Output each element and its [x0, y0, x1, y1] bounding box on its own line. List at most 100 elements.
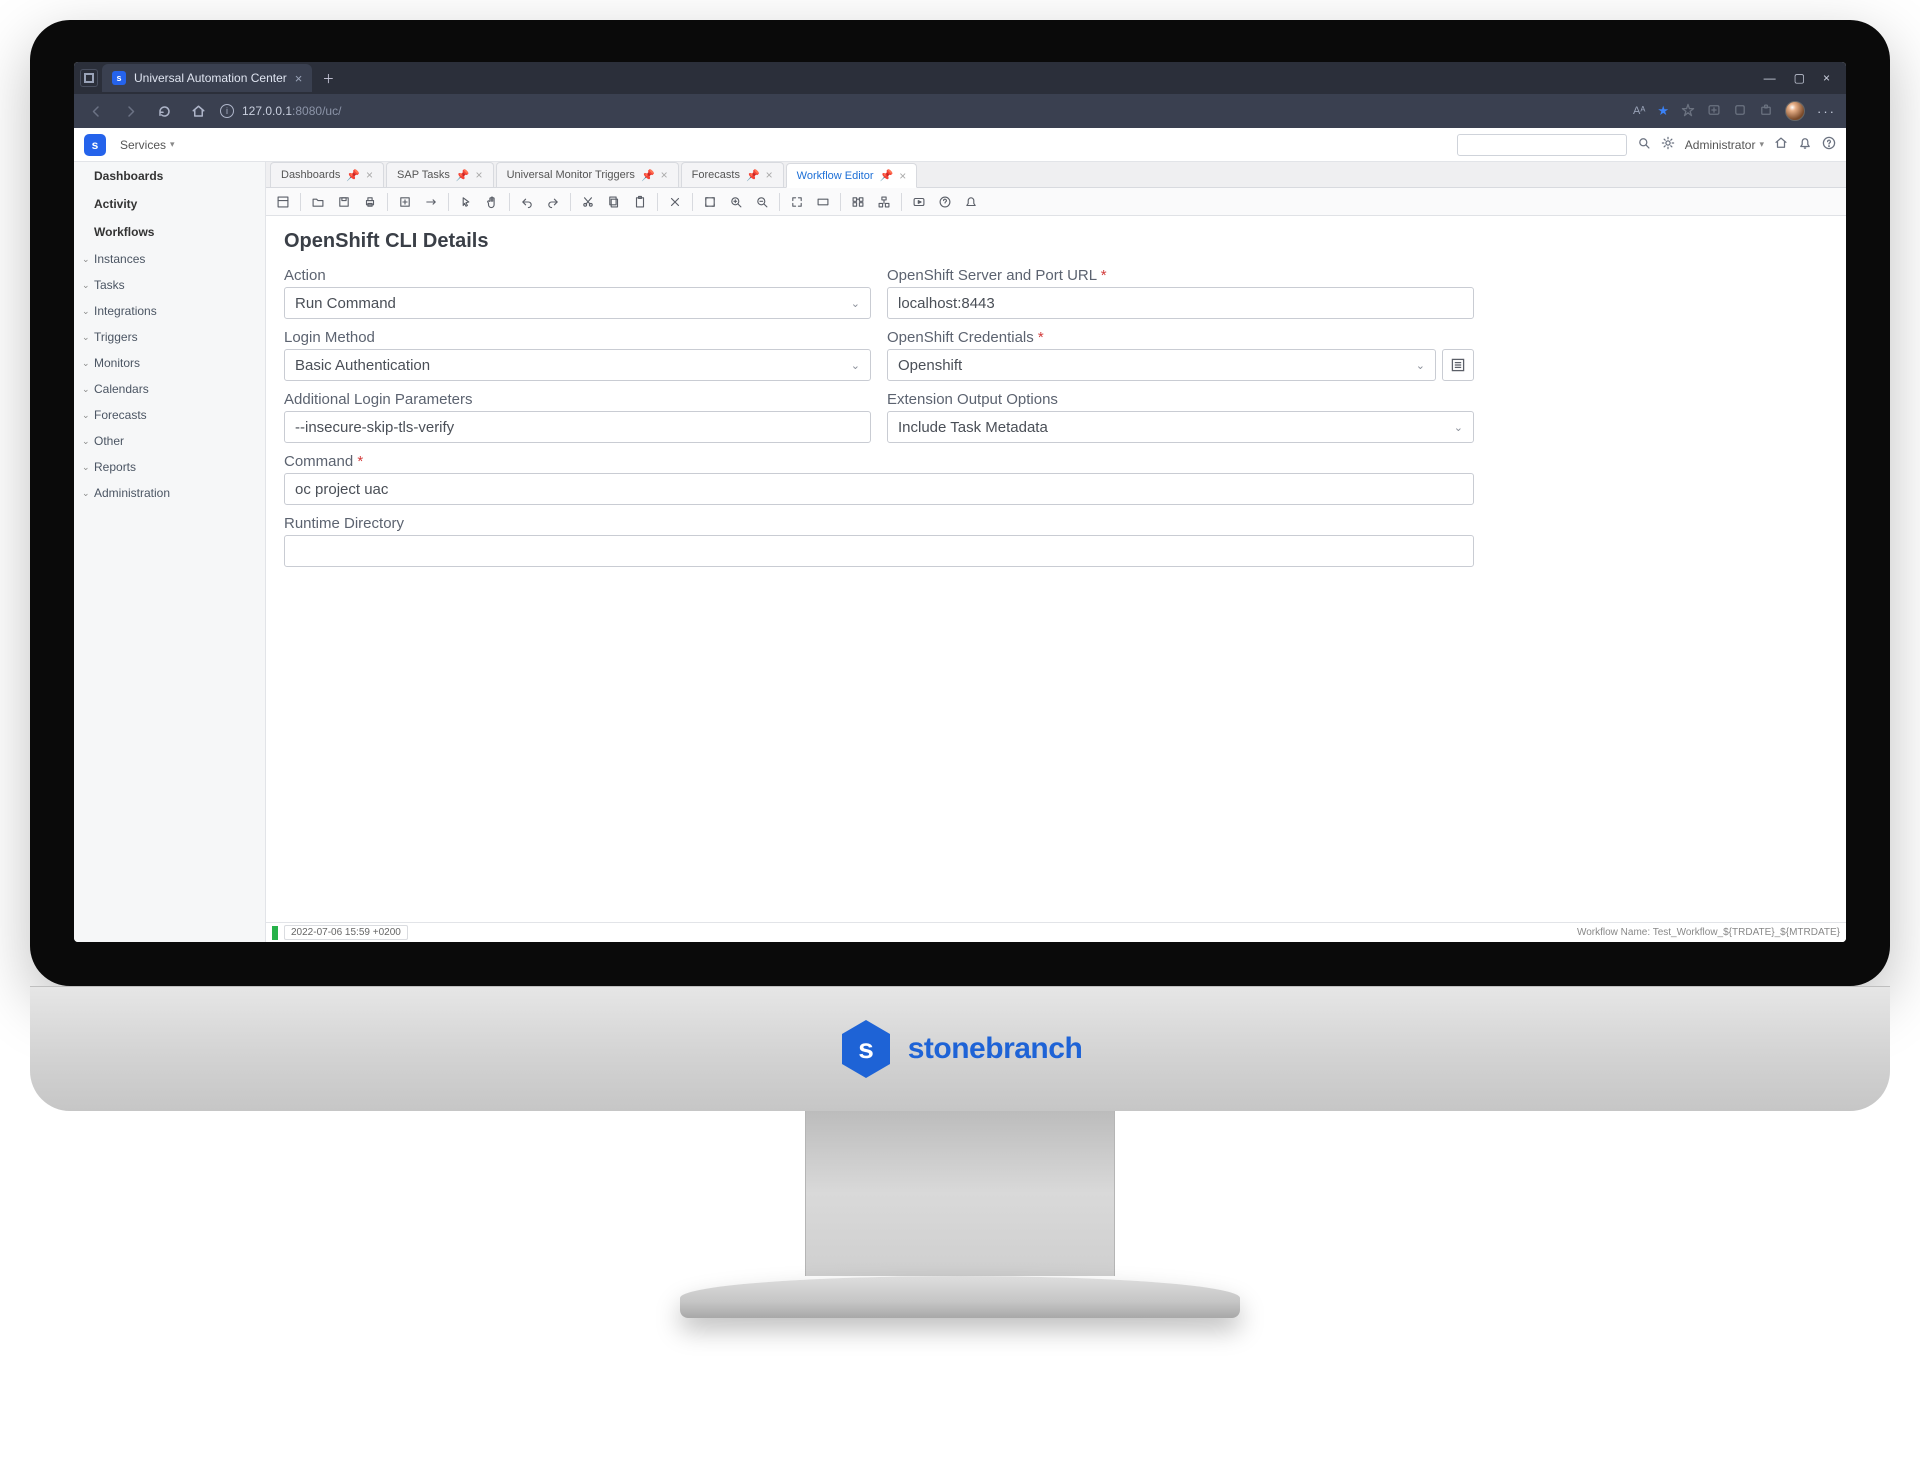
tab-forecasts[interactable]: Forecasts📌× — [681, 162, 784, 187]
new-tab-button[interactable]: ＋ — [316, 66, 340, 90]
search-icon[interactable] — [1637, 136, 1651, 153]
header-search-input[interactable] — [1457, 134, 1627, 156]
sidebar-item-activity[interactable]: Activity — [74, 190, 265, 218]
tb-connect-icon[interactable] — [420, 191, 442, 213]
app-logo-icon[interactable]: s — [84, 134, 106, 156]
user-menu[interactable]: Administrator ▾ — [1685, 138, 1764, 152]
tb-fit-icon[interactable] — [699, 191, 721, 213]
address-bar[interactable]: i 127.0.0.1:8080/uc/ — [220, 99, 1623, 123]
favorites-bar-icon[interactable] — [1681, 103, 1695, 120]
close-icon[interactable]: × — [661, 168, 668, 182]
tb-help-icon[interactable] — [934, 191, 956, 213]
tb-save-icon[interactable] — [333, 191, 355, 213]
nav-refresh-button[interactable] — [152, 99, 176, 123]
window-minimize-button[interactable]: — — [1764, 71, 1776, 85]
nav-forward-button[interactable] — [118, 99, 142, 123]
tab-workflow-editor[interactable]: Workflow Editor📌× — [786, 163, 918, 188]
sidebar-item-calendars[interactable]: ⌄Calendars — [74, 376, 265, 402]
tab-sap-tasks[interactable]: SAP Tasks📌× — [386, 162, 494, 187]
tab-close-icon[interactable]: × — [295, 72, 303, 85]
tb-open-icon[interactable] — [307, 191, 329, 213]
tb-properties-icon[interactable] — [272, 191, 294, 213]
credentials-select[interactable]: Openshift⌄ — [887, 349, 1436, 381]
tb-actual-size-icon[interactable] — [812, 191, 834, 213]
window-close-button[interactable]: × — [1823, 71, 1830, 85]
close-icon[interactable]: × — [366, 168, 373, 182]
extensions-icon[interactable] — [1759, 103, 1773, 120]
command-input[interactable]: oc project uac — [284, 473, 1474, 505]
tb-undo-icon[interactable] — [516, 191, 538, 213]
tab-dashboards[interactable]: Dashboards📌× — [270, 162, 384, 187]
reader-aa-icon[interactable]: Aᴬ — [1633, 105, 1645, 117]
action-select[interactable]: Run Command⌄ — [284, 287, 871, 319]
sidebar-item-dashboards[interactable]: Dashboards — [74, 162, 265, 190]
sidebar-item-monitors[interactable]: ⌄Monitors — [74, 350, 265, 376]
login-method-label: Login Method — [284, 329, 871, 346]
monitor-stand — [805, 1111, 1115, 1276]
tb-layout-h-icon[interactable] — [847, 191, 869, 213]
header-gear-icon[interactable] — [1661, 136, 1675, 153]
chevron-down-icon: ⌄ — [82, 280, 90, 291]
url-path: :8080/uc/ — [292, 104, 341, 118]
close-icon[interactable]: × — [476, 168, 483, 182]
nav-back-button[interactable] — [84, 99, 108, 123]
site-info-icon[interactable]: i — [220, 104, 234, 118]
browser-toolbar: i 127.0.0.1:8080/uc/ Aᴬ ★ ··· — [74, 94, 1846, 128]
ext-output-select[interactable]: Include Task Metadata⌄ — [887, 411, 1474, 443]
status-workflow-name: Workflow Name: Test_Workflow_${TRDATE}_$… — [1577, 927, 1840, 938]
tb-copy-icon[interactable] — [603, 191, 625, 213]
tb-zoom-in-icon[interactable] — [725, 191, 747, 213]
sidebar-item-instances[interactable]: ⌄Instances — [74, 246, 265, 272]
server-url-input[interactable]: localhost:8443 — [887, 287, 1474, 319]
header-bell-icon[interactable] — [1798, 136, 1812, 153]
tb-delete-icon[interactable] — [664, 191, 686, 213]
tb-paste-icon[interactable] — [629, 191, 651, 213]
sidebar-item-tasks[interactable]: ⌄Tasks — [74, 272, 265, 298]
sidebar-item-triggers[interactable]: ⌄Triggers — [74, 324, 265, 350]
server-url-label: OpenShift Server and Port URL * — [887, 267, 1474, 284]
window-maximize-button[interactable]: ▢ — [1794, 71, 1805, 85]
tb-add-icon[interactable] — [394, 191, 416, 213]
tb-run-icon[interactable] — [908, 191, 930, 213]
sidebar-item-forecasts[interactable]: ⌄Forecasts — [74, 402, 265, 428]
url-host: 127.0.0.1 — [242, 104, 292, 118]
sidebar-item-reports[interactable]: ⌄Reports — [74, 454, 265, 480]
browser-sync-icon[interactable] — [1733, 103, 1747, 120]
close-icon[interactable]: × — [766, 168, 773, 182]
sidebar-item-integrations[interactable]: ⌄Integrations — [74, 298, 265, 324]
browser-tab[interactable]: s Universal Automation Center × — [102, 64, 312, 92]
services-menu[interactable]: Services ▾ — [120, 138, 175, 152]
sidebar-item-workflows[interactable]: Workflows — [74, 218, 265, 246]
addl-params-input[interactable]: --insecure-skip-tls-verify — [284, 411, 871, 443]
profile-avatar[interactable] — [1785, 101, 1805, 121]
credentials-picker-button[interactable] — [1442, 349, 1474, 381]
tb-cut-icon[interactable] — [577, 191, 599, 213]
tb-redo-icon[interactable] — [542, 191, 564, 213]
editor-toolbar — [266, 188, 1846, 216]
runtime-dir-input[interactable] — [284, 535, 1474, 567]
tab-overview-button[interactable] — [80, 69, 98, 87]
pin-icon: 📌 — [346, 169, 360, 182]
tab-universal-monitor-triggers[interactable]: Universal Monitor Triggers📌× — [496, 162, 679, 187]
close-icon[interactable]: × — [899, 169, 906, 183]
sidebar-item-administration[interactable]: ⌄Administration — [74, 480, 265, 506]
tb-zoom-out-icon[interactable] — [751, 191, 773, 213]
tb-pointer-icon[interactable] — [455, 191, 477, 213]
chevron-down-icon: ⌄ — [82, 384, 90, 395]
nav-home-button[interactable] — [186, 99, 210, 123]
pin-icon: 📌 — [880, 169, 894, 182]
tb-print-icon[interactable] — [359, 191, 381, 213]
tb-pan-icon[interactable] — [481, 191, 503, 213]
tb-bell-icon[interactable] — [960, 191, 982, 213]
favorite-star-icon[interactable]: ★ — [1657, 103, 1669, 119]
login-method-select[interactable]: Basic Authentication⌄ — [284, 349, 871, 381]
sidebar-item-other[interactable]: ⌄Other — [74, 428, 265, 454]
collections-icon[interactable] — [1707, 103, 1721, 120]
header-home-icon[interactable] — [1774, 136, 1788, 153]
browser-menu-button[interactable]: ··· — [1817, 104, 1836, 119]
header-help-icon[interactable] — [1822, 136, 1836, 153]
tb-layout-v-icon[interactable] — [873, 191, 895, 213]
tb-fullscreen-icon[interactable] — [786, 191, 808, 213]
section-title: OpenShift CLI Details — [284, 230, 1828, 253]
status-timestamp: 2022-07-06 15:59 +0200 — [284, 925, 408, 940]
